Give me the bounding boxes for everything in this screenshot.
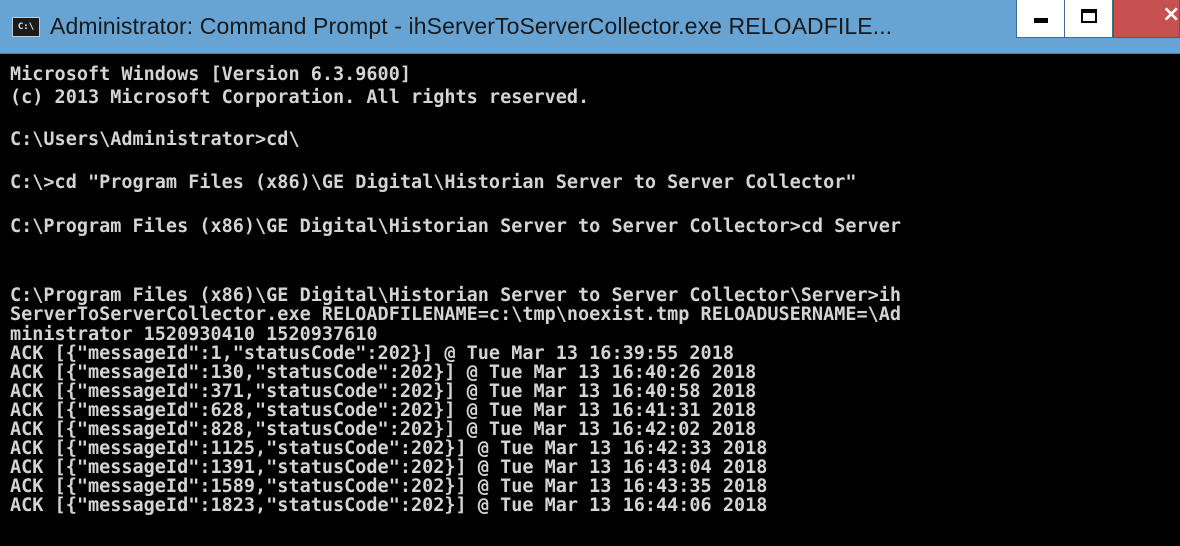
console-output[interactable]: Microsoft Windows [Version 6.3.9600] (c)… bbox=[0, 54, 1180, 546]
close-icon: × bbox=[1162, 2, 1180, 27]
console-line: C:\Users\Administrator>cd\ bbox=[10, 129, 300, 150]
console-line: Microsoft Windows [Version 6.3.9600] bbox=[10, 64, 411, 85]
maximize-button[interactable] bbox=[1065, 0, 1113, 38]
console-line: ACK [{"messageId":1589,"statusCode":202}… bbox=[10, 476, 768, 497]
minimize-button[interactable] bbox=[1016, 0, 1065, 38]
console-line: ACK [{"messageId":1,"statusCode":202}] @… bbox=[10, 343, 734, 364]
console-line: ACK [{"messageId":828,"statusCode":202}]… bbox=[10, 419, 757, 440]
console-line: C:\Program Files (x86)\GE Digital\Histor… bbox=[10, 216, 902, 237]
cmd-icon[interactable]: C:\ bbox=[12, 17, 40, 37]
console-line: ACK [{"messageId":1125,"statusCode":202}… bbox=[10, 438, 768, 459]
maximize-icon bbox=[1081, 9, 1097, 23]
window-title: Administrator: Command Prompt - ihServer… bbox=[50, 13, 893, 39]
minimize-icon bbox=[1034, 18, 1048, 23]
console-line: ACK [{"messageId":1823,"statusCode":202}… bbox=[10, 495, 768, 516]
console-line: ACK [{"messageId":130,"statusCode":202}]… bbox=[10, 362, 757, 383]
console-line: C:\Program Files (x86)\GE Digital\Histor… bbox=[10, 285, 902, 306]
console-line: ACK [{"messageId":628,"statusCode":202}]… bbox=[10, 400, 757, 421]
command-prompt-window: C:\ Administrator: Command Prompt - ihSe… bbox=[0, 0, 1180, 546]
console-line: ministrator 1520930410 1520937610 bbox=[10, 324, 378, 345]
console-line: ACK [{"messageId":1391,"statusCode":202}… bbox=[10, 457, 768, 478]
console-line: (c) 2013 Microsoft Corporation. All righ… bbox=[10, 87, 590, 108]
console-line: ServerToServerCollector.exe RELOADFILENA… bbox=[10, 304, 902, 325]
close-button[interactable]: × bbox=[1113, 0, 1180, 38]
console-line: C:\>cd "Program Files (x86)\GE Digital\H… bbox=[10, 172, 857, 193]
console-line: ACK [{"messageId":371,"statusCode":202}]… bbox=[10, 381, 757, 402]
title-bar[interactable]: C:\ Administrator: Command Prompt - ihSe… bbox=[0, 0, 1180, 54]
